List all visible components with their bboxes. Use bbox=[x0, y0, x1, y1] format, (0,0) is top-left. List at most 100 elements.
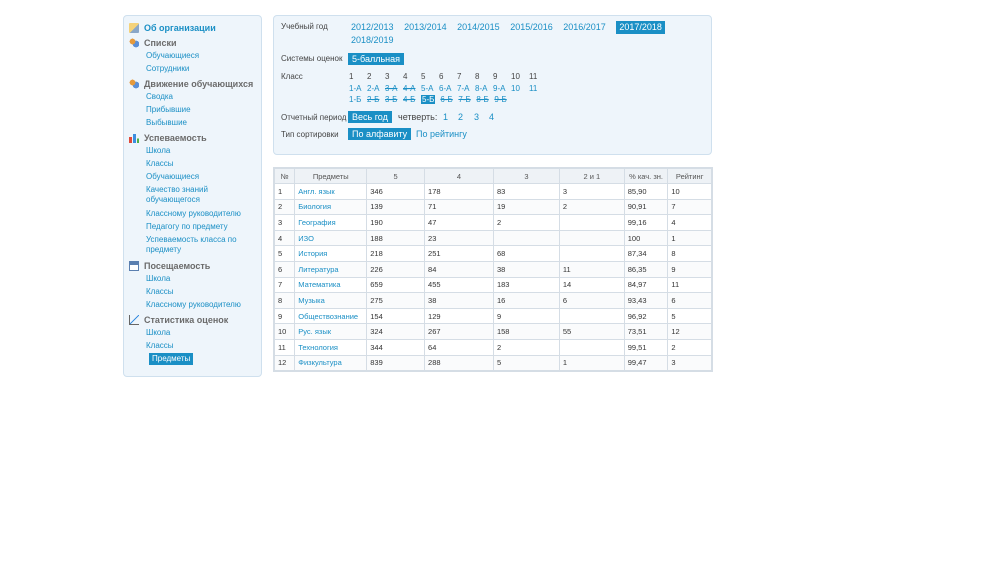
sidebar-item-class-subject-performance[interactable]: Успеваемость класса по предмету bbox=[146, 233, 261, 257]
year-option[interactable]: 2014/2015 bbox=[457, 21, 500, 34]
year-option-selected[interactable]: 2017/2018 bbox=[616, 21, 665, 34]
subject-name[interactable]: История bbox=[294, 245, 368, 262]
col-header-subject[interactable]: Предметы bbox=[294, 168, 368, 184]
quarter-option[interactable]: 4 bbox=[489, 112, 494, 122]
sidebar-item-staff[interactable]: Сотрудники bbox=[146, 62, 261, 75]
col-header-rating[interactable]: Рейтинг bbox=[667, 168, 712, 184]
subject-name[interactable]: География bbox=[294, 214, 368, 231]
class-option[interactable]: 7-Б bbox=[458, 95, 476, 104]
col-header-4[interactable]: 4 bbox=[424, 168, 494, 184]
subject-name[interactable]: ИЗО bbox=[294, 229, 368, 247]
class-number[interactable]: 11 bbox=[529, 72, 547, 81]
class-option[interactable]: 4-Б bbox=[403, 95, 421, 104]
sidebar-org-label[interactable]: Об организации bbox=[144, 23, 216, 33]
quality-percent: 85,90 bbox=[623, 183, 669, 200]
count-4: 129 bbox=[424, 307, 494, 325]
sidebar-item-subject-teacher[interactable]: Педагогу по предмету bbox=[146, 220, 261, 233]
sidebar-org[interactable]: Об организации bbox=[129, 22, 261, 34]
col-header-quality[interactable]: % кач. зн. bbox=[623, 168, 669, 184]
class-option[interactable]: 1-А bbox=[349, 84, 367, 93]
class-option[interactable]: 5-А bbox=[421, 84, 439, 93]
class-option[interactable]: 8-А bbox=[475, 84, 493, 93]
count-2-1: 1 bbox=[558, 354, 625, 372]
sidebar-item-class-teacher[interactable]: Классному руководителю bbox=[146, 207, 261, 220]
class-option[interactable]: 2-А bbox=[367, 84, 385, 93]
subject-name[interactable]: Рус. язык bbox=[294, 323, 368, 340]
quality-percent: 84,97 bbox=[623, 276, 669, 294]
subject-name[interactable]: Обществознание bbox=[294, 307, 368, 325]
sidebar-item-school[interactable]: Школа bbox=[146, 326, 261, 339]
sidebar-item-subjects[interactable]: Предметы bbox=[149, 353, 194, 365]
year-option[interactable]: 2012/2013 bbox=[351, 21, 394, 34]
row-number: 5 bbox=[273, 245, 296, 262]
col-header-5[interactable]: 5 bbox=[366, 168, 426, 184]
class-option[interactable]: 6-Б bbox=[440, 95, 458, 104]
year-option[interactable]: 2015/2016 bbox=[510, 21, 553, 34]
sidebar-item-school[interactable]: Школа bbox=[146, 272, 261, 285]
subject-name[interactable]: Математика bbox=[294, 276, 368, 294]
subject-name[interactable]: Литература bbox=[294, 260, 368, 278]
year-option[interactable]: 2013/2014 bbox=[404, 21, 447, 34]
sidebar-item-classes[interactable]: Классы bbox=[146, 157, 261, 170]
class-option[interactable]: 8-Б bbox=[476, 95, 494, 104]
class-number[interactable]: 10 bbox=[511, 72, 529, 81]
sidebar-item-summary[interactable]: Сводка bbox=[146, 90, 261, 103]
table-row: 10 Рус. язык 324 267 158 55 73,51 12 bbox=[273, 323, 712, 340]
class-option[interactable]: 10 bbox=[511, 84, 529, 93]
class-option[interactable]: 4-А bbox=[403, 84, 421, 93]
class-option[interactable]: 6-А bbox=[439, 84, 457, 93]
sidebar-item-students[interactable]: Обучающиеся bbox=[146, 49, 261, 62]
sidebar-item-class-teacher[interactable]: Классному руководителю bbox=[146, 298, 261, 311]
subject-name[interactable]: Биология bbox=[294, 198, 368, 216]
class-option[interactable]: 1-Б bbox=[349, 95, 367, 104]
quarter-option[interactable]: 2 bbox=[458, 112, 463, 122]
sidebar-item-classes[interactable]: Классы bbox=[146, 339, 261, 352]
class-number[interactable]: 1 bbox=[349, 72, 367, 81]
sidebar-item-left[interactable]: Выбывшие bbox=[146, 116, 261, 129]
sidebar-item-classes[interactable]: Классы bbox=[146, 285, 261, 298]
class-number[interactable]: 9 bbox=[493, 72, 511, 81]
class-number[interactable]: 7 bbox=[457, 72, 475, 81]
row-number: 4 bbox=[273, 229, 296, 247]
class-option[interactable]: 2-Б bbox=[367, 95, 385, 104]
sort-option-rating[interactable]: По рейтингу bbox=[416, 129, 467, 139]
count-5: 139 bbox=[366, 198, 426, 216]
class-option[interactable]: 9-А bbox=[493, 84, 511, 93]
sidebar-section-title: Посещаемость bbox=[144, 261, 211, 271]
subject-name[interactable]: Технология bbox=[294, 338, 368, 356]
table-header-row: № Предметы 5 4 3 2 и 1 % кач. зн. Рейтин… bbox=[273, 168, 712, 184]
quarter-option[interactable]: 3 bbox=[474, 112, 479, 122]
class-option-selected[interactable]: 5-Б bbox=[421, 95, 436, 104]
quarter-option[interactable]: 1 bbox=[443, 112, 448, 122]
class-number[interactable]: 8 bbox=[475, 72, 493, 81]
col-header-2-1[interactable]: 2 и 1 bbox=[558, 168, 625, 184]
col-header-number[interactable]: № bbox=[273, 168, 296, 184]
class-option[interactable]: 3-А bbox=[385, 84, 403, 93]
subject-name[interactable]: Музыка bbox=[294, 292, 368, 309]
count-4: 23 bbox=[424, 229, 494, 247]
count-2-1 bbox=[558, 229, 625, 247]
subject-name[interactable]: Англ. язык bbox=[294, 183, 368, 200]
sidebar-item-students[interactable]: Обучающиеся bbox=[146, 170, 261, 183]
class-option[interactable]: 11 bbox=[529, 84, 547, 93]
period-selected[interactable]: Весь год bbox=[348, 111, 392, 123]
year-option[interactable]: 2018/2019 bbox=[351, 34, 394, 47]
class-option[interactable]: 9-Б bbox=[494, 95, 512, 104]
class-number[interactable]: 3 bbox=[385, 72, 403, 81]
grading-selected[interactable]: 5-балльная bbox=[348, 53, 404, 65]
class-number[interactable]: 4 bbox=[403, 72, 421, 81]
row-number: 2 bbox=[273, 198, 296, 216]
sidebar-item-knowledge-quality[interactable]: Качество знаний обучающегося bbox=[146, 183, 261, 207]
sidebar-item-arrived[interactable]: Прибывшие bbox=[146, 103, 261, 116]
class-option[interactable]: 3-Б bbox=[385, 95, 403, 104]
sidebar-item-school[interactable]: Школа bbox=[146, 144, 261, 157]
year-option[interactable]: 2016/2017 bbox=[563, 21, 606, 34]
class-number[interactable]: 5 bbox=[421, 72, 439, 81]
sort-selected[interactable]: По алфавиту bbox=[348, 128, 412, 140]
subject-name[interactable]: Физкультура bbox=[294, 354, 368, 372]
class-number[interactable]: 2 bbox=[367, 72, 385, 81]
class-option[interactable]: 7-А bbox=[457, 84, 475, 93]
col-header-3[interactable]: 3 bbox=[492, 168, 560, 184]
count-4: 38 bbox=[424, 292, 494, 309]
class-number[interactable]: 6 bbox=[439, 72, 457, 81]
